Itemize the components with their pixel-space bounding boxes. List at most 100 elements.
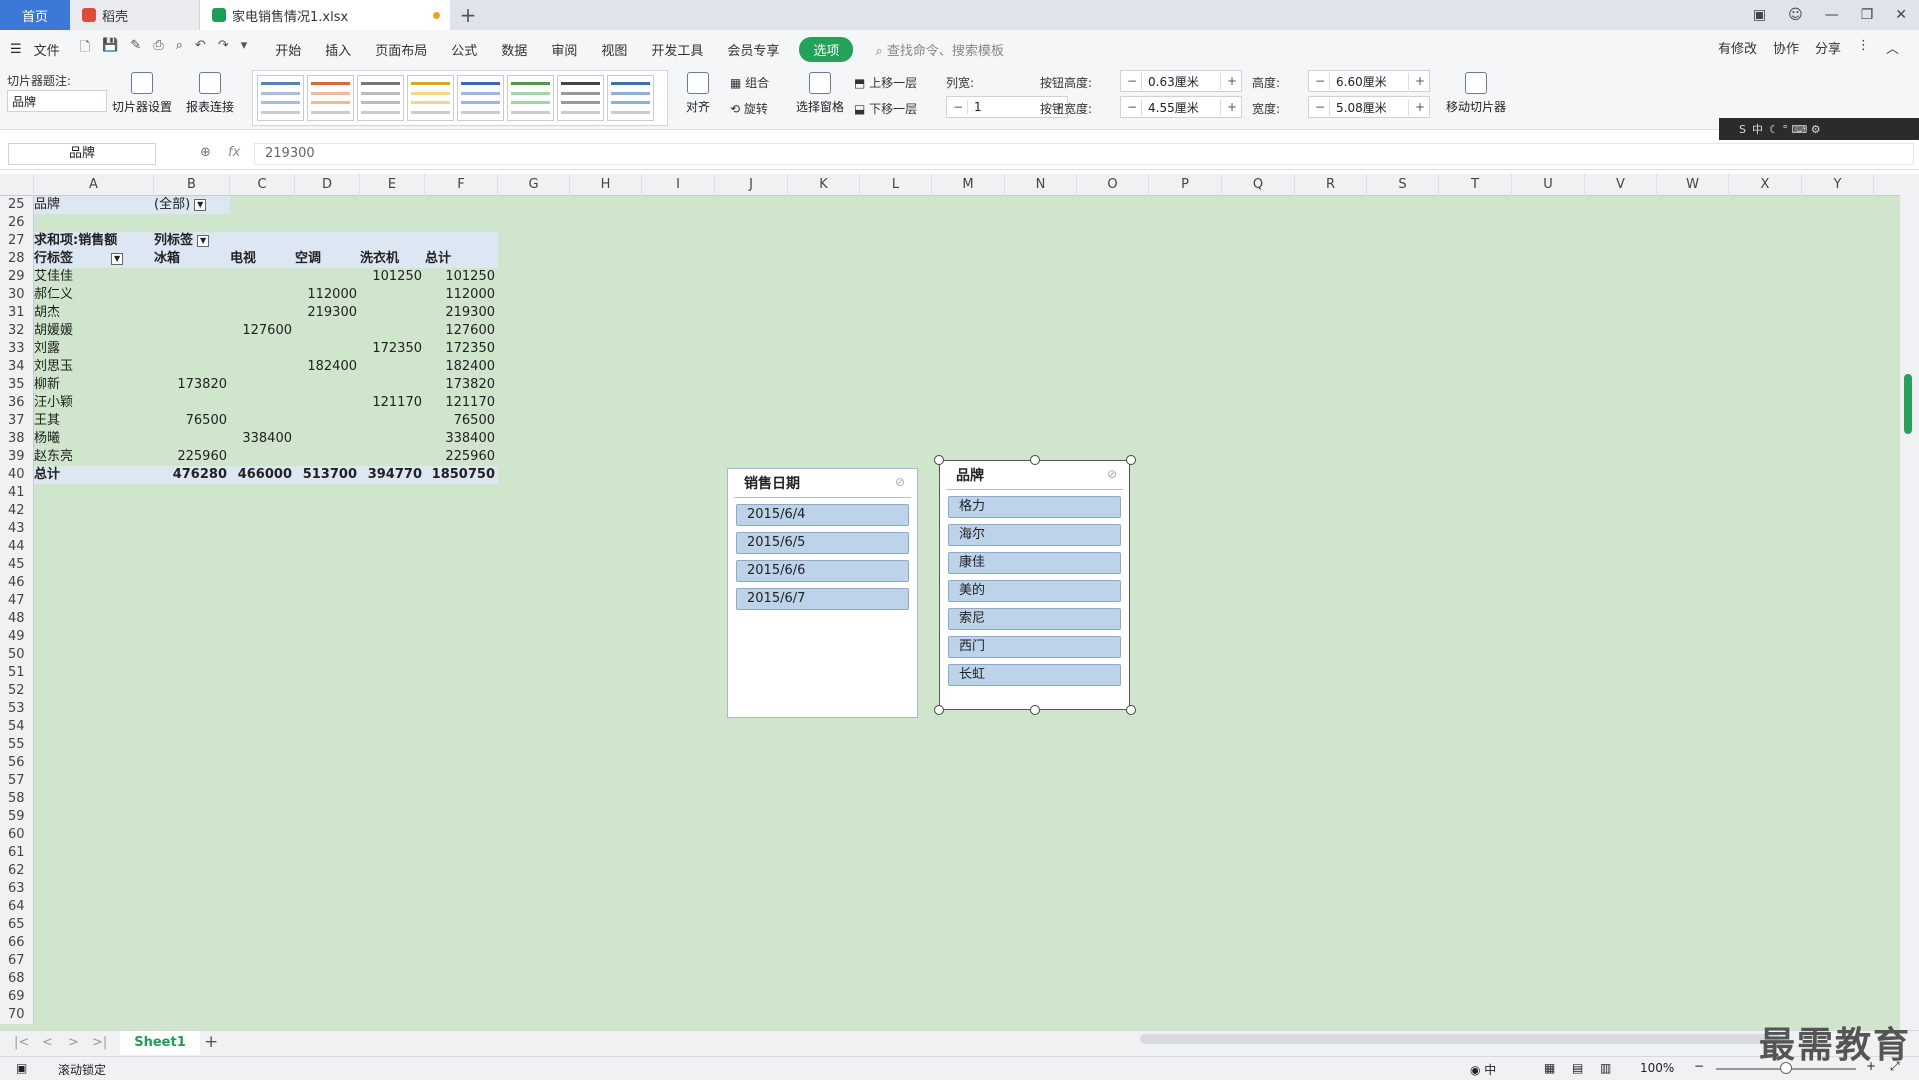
pivot-value[interactable]: 182400 bbox=[295, 358, 360, 376]
pivot-row-name[interactable]: 郝仁义 bbox=[34, 286, 154, 304]
format-painter-icon[interactable]: ✎ bbox=[130, 38, 141, 60]
slicer-item[interactable]: 海尔 bbox=[948, 524, 1121, 546]
row-header[interactable]: 42 bbox=[0, 502, 33, 520]
close-icon[interactable]: ✕ bbox=[1895, 7, 1907, 23]
row-header[interactable]: 51 bbox=[0, 664, 33, 682]
columns-value[interactable]: 1 bbox=[967, 100, 1047, 114]
row-header[interactable]: 55 bbox=[0, 736, 33, 754]
sheet-tab-sheet1[interactable]: Sheet1 bbox=[120, 1031, 200, 1055]
page-break-view-icon[interactable]: ▥ bbox=[1600, 1061, 1611, 1075]
pivot-value[interactable]: 101250 bbox=[360, 268, 425, 286]
menu-page-layout[interactable]: 页面布局 bbox=[363, 40, 439, 59]
pivot-value[interactable] bbox=[154, 340, 230, 358]
decrease-icon[interactable]: − bbox=[1309, 100, 1329, 114]
column-header[interactable]: Q bbox=[1222, 174, 1295, 196]
row-header[interactable]: 66 bbox=[0, 934, 33, 952]
pivot-value[interactable] bbox=[154, 286, 230, 304]
pivot-total-value[interactable]: 394770 bbox=[360, 466, 425, 484]
prev-sheet-icon[interactable]: < bbox=[42, 1035, 53, 1050]
pivot-value[interactable]: 219300 bbox=[425, 304, 498, 322]
row-header[interactable]: 34 bbox=[0, 358, 33, 376]
cell[interactable] bbox=[360, 232, 425, 250]
column-header[interactable]: S bbox=[1367, 174, 1439, 196]
row-header[interactable]: 49 bbox=[0, 628, 33, 646]
tab-document[interactable]: 家电销售情况1.xlsx bbox=[200, 0, 450, 30]
column-header[interactable]: J bbox=[715, 174, 788, 196]
column-header[interactable]: F bbox=[425, 174, 498, 196]
pivot-value[interactable]: 338400 bbox=[230, 430, 295, 448]
clear-filter-icon[interactable]: ⊘ bbox=[895, 475, 905, 489]
pivot-value[interactable] bbox=[230, 412, 295, 430]
column-header[interactable]: X bbox=[1729, 174, 1802, 196]
collaborate-button[interactable]: 协作 bbox=[1773, 38, 1799, 57]
slicer-item[interactable]: 长虹 bbox=[948, 664, 1121, 686]
pivot-value[interactable]: 182400 bbox=[425, 358, 498, 376]
column-header[interactable]: C bbox=[230, 174, 295, 196]
slicer-item[interactable]: 索尼 bbox=[948, 608, 1121, 630]
pivot-total-label[interactable]: 总计 bbox=[34, 466, 154, 484]
avatar[interactable]: ☺ bbox=[1788, 7, 1803, 23]
select-all-corner[interactable] bbox=[0, 174, 34, 196]
print-icon[interactable]: ⎙ bbox=[153, 38, 163, 60]
pivot-value[interactable] bbox=[230, 340, 295, 358]
column-header[interactable]: H bbox=[570, 174, 642, 196]
pivot-value[interactable] bbox=[360, 430, 425, 448]
row-header[interactable]: 62 bbox=[0, 862, 33, 880]
style-swatch[interactable] bbox=[507, 75, 554, 121]
pivot-value[interactable] bbox=[360, 286, 425, 304]
menu-developer[interactable]: 开发工具 bbox=[639, 40, 715, 59]
pivot-total-value[interactable]: 466000 bbox=[230, 466, 295, 484]
button-height-value[interactable]: 0.63厘米 bbox=[1141, 72, 1221, 90]
next-sheet-icon[interactable]: > bbox=[68, 1035, 79, 1050]
move-slicer-button[interactable]: 移动切片器 bbox=[1446, 72, 1506, 115]
row-header[interactable]: 37 bbox=[0, 412, 33, 430]
group-button[interactable]: ▦ 组合 bbox=[730, 74, 769, 91]
clear-filter-icon[interactable]: ⊘ bbox=[1107, 467, 1117, 481]
row-header[interactable]: 32 bbox=[0, 322, 33, 340]
save-icon[interactable]: 💾 bbox=[102, 38, 118, 60]
pivot-value[interactable] bbox=[295, 448, 360, 466]
pivot-column-header[interactable]: 洗衣机 bbox=[360, 250, 425, 268]
macro-icon[interactable]: ▣ bbox=[16, 1061, 27, 1075]
row-header[interactable]: 56 bbox=[0, 754, 33, 772]
resize-handle[interactable] bbox=[1126, 705, 1136, 715]
pivot-value[interactable]: 172350 bbox=[425, 340, 498, 358]
row-header[interactable]: 33 bbox=[0, 340, 33, 358]
pivot-row-name[interactable]: 胡杰 bbox=[34, 304, 154, 322]
style-swatch[interactable] bbox=[607, 75, 654, 121]
row-header[interactable]: 46 bbox=[0, 574, 33, 592]
new-icon[interactable]: 🗋 bbox=[80, 38, 90, 60]
pivot-total-value[interactable]: 513700 bbox=[295, 466, 360, 484]
pivot-value[interactable]: 173820 bbox=[425, 376, 498, 394]
pivot-value[interactable]: 127600 bbox=[425, 322, 498, 340]
width-stepper[interactable]: −5.08厘米 + bbox=[1308, 96, 1430, 118]
row-header[interactable]: 39 bbox=[0, 448, 33, 466]
decrease-icon[interactable]: − bbox=[1309, 74, 1329, 88]
row-header[interactable]: 38 bbox=[0, 430, 33, 448]
pivot-row-name[interactable]: 艾佳佳 bbox=[34, 268, 154, 286]
pivot-filter-value[interactable]: (全部) ▼ bbox=[154, 196, 230, 214]
resize-handle[interactable] bbox=[934, 455, 944, 465]
hamburger-icon[interactable]: ☰ bbox=[10, 42, 22, 57]
spreadsheet-grid[interactable]: ABCDEFGHIJKLMNOPQRSTUVWXYZ 2526272829303… bbox=[0, 174, 1900, 1030]
align-button[interactable]: 对齐 bbox=[686, 72, 710, 115]
pivot-value[interactable]: 101250 bbox=[425, 268, 498, 286]
search-box[interactable]: ⌕ 查找命令、搜索模板 bbox=[875, 40, 1003, 59]
row-header[interactable]: 41 bbox=[0, 484, 33, 502]
row-header[interactable]: 36 bbox=[0, 394, 33, 412]
pivot-value[interactable]: 76500 bbox=[154, 412, 230, 430]
decrease-icon[interactable]: − bbox=[1121, 74, 1141, 88]
minimize-icon[interactable]: — bbox=[1825, 7, 1839, 23]
layout-icon[interactable]: ▣ bbox=[1753, 7, 1766, 23]
pivot-column-label[interactable]: 列标签 ▼ bbox=[154, 232, 230, 250]
pivot-value[interactable] bbox=[154, 304, 230, 322]
row-header[interactable]: 70 bbox=[0, 1006, 33, 1024]
button-width-stepper[interactable]: −4.55厘米 + bbox=[1120, 96, 1242, 118]
column-header[interactable]: Z bbox=[1874, 174, 1900, 196]
pivot-row-name[interactable]: 王其 bbox=[34, 412, 154, 430]
row-filter-dropdown-icon[interactable]: ▼ bbox=[111, 252, 124, 265]
style-swatch[interactable] bbox=[357, 75, 404, 121]
send-backward-button[interactable]: ⬓ 下移一层 bbox=[854, 100, 917, 117]
height-value[interactable]: 6.60厘米 bbox=[1329, 72, 1409, 90]
decrease-icon[interactable]: − bbox=[947, 100, 967, 114]
